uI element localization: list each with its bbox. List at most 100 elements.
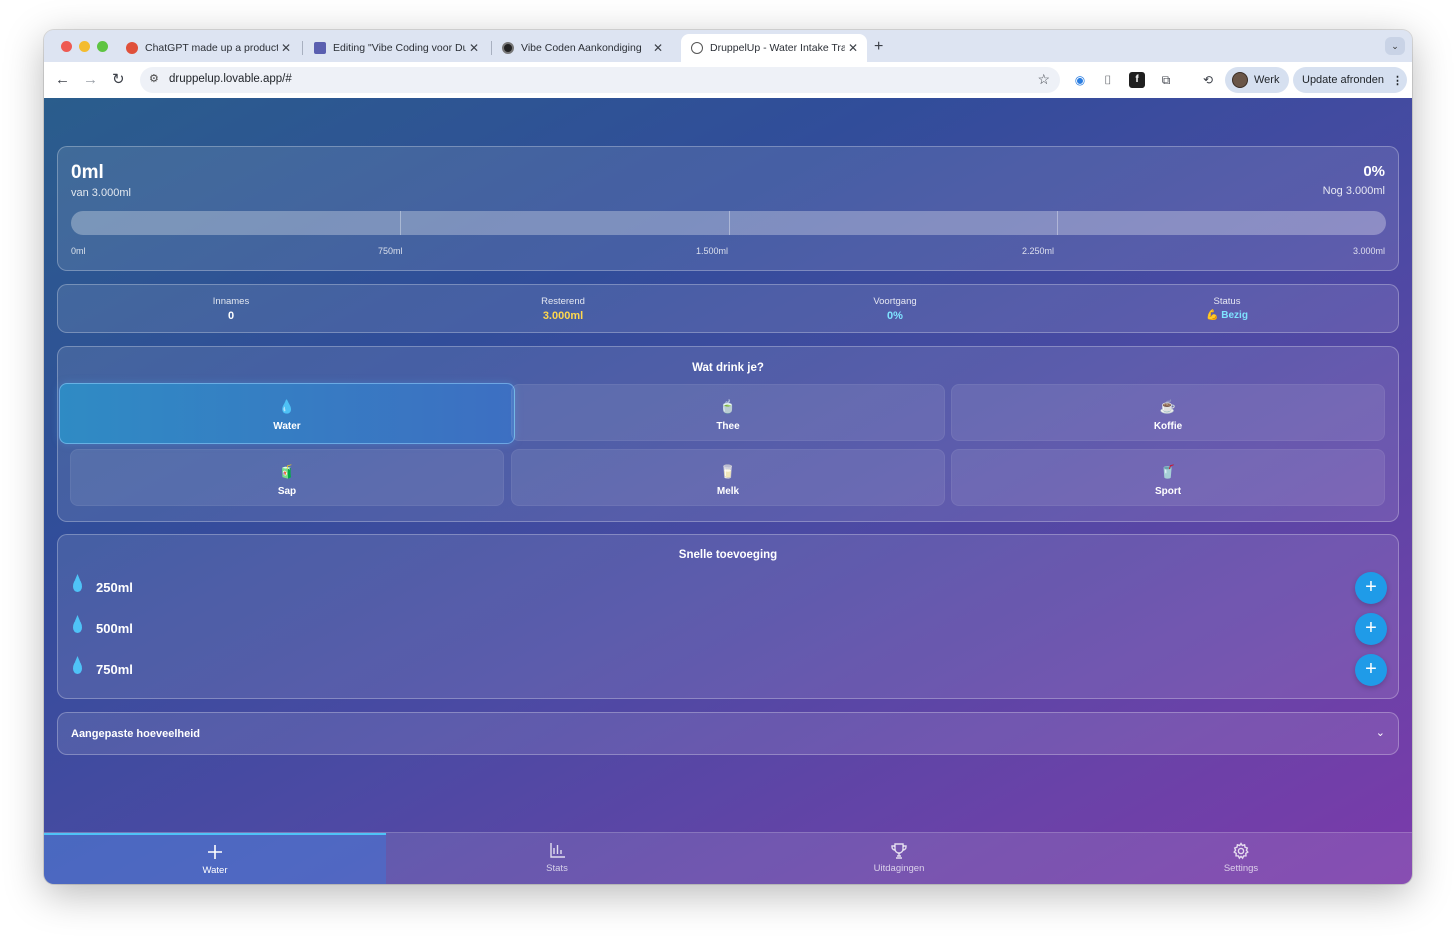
stat-label: Status bbox=[1213, 296, 1241, 307]
scale-label: 0ml bbox=[71, 246, 86, 256]
drink-water-button[interactable]: 💧 Water bbox=[59, 383, 515, 444]
add-750ml-button[interactable]: + bbox=[1355, 654, 1387, 686]
nav-stats[interactable]: Stats bbox=[386, 833, 728, 884]
stat-value: 3.000ml bbox=[542, 310, 584, 322]
forward-button[interactable]: → bbox=[83, 71, 98, 89]
water-drop-icon bbox=[73, 620, 82, 633]
quick-add-title: Snelle toevoeging bbox=[678, 549, 778, 561]
tab-close-icon[interactable]: ✕ bbox=[466, 41, 482, 55]
nav-label: Water bbox=[202, 865, 228, 876]
progress-tick bbox=[1057, 211, 1059, 235]
browser-tab-1[interactable]: ChatGPT made up a product ✕ bbox=[116, 34, 300, 62]
puzzle-icon[interactable]: ⧉ bbox=[1158, 72, 1174, 88]
drink-label: Sap bbox=[277, 486, 297, 497]
drink-tea-button[interactable]: 🍵 Thee bbox=[511, 384, 945, 441]
tab-close-icon[interactable]: ✕ bbox=[845, 41, 861, 55]
maximize-window-button[interactable] bbox=[97, 41, 108, 52]
bookmark-star-icon[interactable]: ☆ bbox=[1037, 71, 1050, 88]
remaining-label: Nog 3.000ml bbox=[1322, 185, 1385, 197]
custom-amount-toggle[interactable]: Aangepaste hoeveelheid ⌄ bbox=[57, 712, 1399, 755]
tab-close-icon[interactable]: ✕ bbox=[278, 41, 294, 55]
tab-close-icon[interactable]: ✕ bbox=[650, 41, 666, 55]
drink-label: Sport bbox=[1154, 486, 1182, 497]
nav-settings[interactable]: Settings bbox=[1070, 833, 1412, 884]
drink-label: Thee bbox=[716, 421, 740, 432]
sport-drink-icon: 🥤 bbox=[1159, 464, 1177, 479]
drink-card-title: Wat drink je? bbox=[692, 362, 764, 374]
nav-label: Uitdagingen bbox=[873, 863, 925, 874]
scale-label: 1.500ml bbox=[696, 246, 729, 256]
browser-toolbar: ← → ↻ ⚙ druppelup.lovable.app/# ☆ ◉ ⌷ f … bbox=[44, 62, 1412, 98]
current-amount: 0ml bbox=[71, 162, 104, 183]
nav-label: Stats bbox=[546, 863, 568, 874]
custom-amount-label: Aangepaste hoeveelheid bbox=[71, 728, 200, 740]
globe-icon bbox=[691, 42, 703, 54]
stats-card: Innames 0 Resterend 3.000ml Voortgang 0%… bbox=[57, 284, 1399, 333]
update-button[interactable]: Update afronden ⋮ bbox=[1293, 67, 1407, 93]
fi-extension-icon[interactable]: f bbox=[1129, 72, 1145, 88]
new-tab-button[interactable]: + bbox=[874, 38, 883, 56]
profile-name: Werk bbox=[1254, 74, 1280, 86]
browser-tab-2[interactable]: Editing "Vibe Coding voor Du ✕ bbox=[304, 34, 488, 62]
back-button[interactable]: ← bbox=[55, 71, 70, 89]
reload-button[interactable]: ↻ bbox=[112, 71, 125, 89]
profile-button[interactable]: Werk bbox=[1225, 67, 1289, 93]
scale-label: 3.000ml bbox=[1352, 246, 1385, 256]
site-settings-icon[interactable]: ⚙ bbox=[149, 72, 159, 85]
goal-label: van 3.000ml bbox=[71, 187, 131, 199]
tab-search-button[interactable]: ⌄ bbox=[1385, 37, 1405, 55]
update-label: Update afronden bbox=[1302, 74, 1384, 86]
stat-intakes: Innames 0 bbox=[131, 296, 331, 322]
tab-title: ChatGPT made up a product bbox=[145, 42, 278, 54]
gear-icon bbox=[1070, 842, 1412, 860]
progress-tick bbox=[728, 211, 730, 235]
browser-tab-active[interactable]: DruppelUp - Water Intake Tra ✕ bbox=[681, 34, 867, 62]
url-text[interactable]: druppelup.lovable.app/# bbox=[169, 73, 292, 85]
nav-challenges[interactable]: Uitdagingen bbox=[728, 833, 1070, 884]
drink-label: Melk bbox=[716, 486, 740, 497]
add-500ml-button[interactable]: + bbox=[1355, 613, 1387, 645]
extension-icon[interactable]: ◉ bbox=[1072, 72, 1088, 88]
nav-water[interactable]: Water bbox=[44, 833, 386, 884]
drink-milk-button[interactable]: 🥛 Melk bbox=[511, 449, 945, 506]
stat-remaining: Resterend 3.000ml bbox=[463, 296, 663, 322]
sync-icon[interactable]: ⟲ bbox=[1200, 72, 1216, 88]
quick-add-row: 750ml + bbox=[71, 654, 1387, 686]
drink-juice-button[interactable]: 🧃 Sap bbox=[70, 449, 504, 506]
quick-add-amount: 500ml bbox=[96, 621, 133, 636]
quick-add-amount: 250ml bbox=[96, 580, 133, 595]
camera-icon[interactable]: ⌷ bbox=[1100, 72, 1116, 88]
add-250ml-button[interactable]: + bbox=[1355, 572, 1387, 604]
avatar bbox=[1232, 72, 1248, 88]
stat-label: Voortgang bbox=[873, 296, 917, 307]
tab-title: Vibe Coden Aankondiging bbox=[521, 42, 642, 54]
tab-title: Editing "Vibe Coding voor Du bbox=[333, 42, 466, 54]
progress-card: 0ml van 3.000ml 0% Nog 3.000ml 0ml 750ml… bbox=[57, 146, 1399, 271]
chevron-down-icon[interactable]: ⌄ bbox=[1376, 726, 1385, 739]
druppelup-app: 0ml van 3.000ml 0% Nog 3.000ml 0ml 750ml… bbox=[44, 98, 1412, 884]
menu-icon[interactable]: ⋮ bbox=[1392, 74, 1403, 87]
stat-value: 0% bbox=[887, 310, 903, 322]
bottom-navigation: Water Stats Uitdagingen Settings bbox=[44, 832, 1412, 884]
nav-label: Settings bbox=[1223, 863, 1259, 874]
scale-label: 2.250ml bbox=[1022, 246, 1055, 256]
trophy-icon bbox=[728, 842, 1070, 860]
drink-label: Koffie bbox=[1153, 421, 1183, 432]
drink-coffee-button[interactable]: ☕ Koffie bbox=[951, 384, 1385, 441]
stat-label: Innames bbox=[212, 296, 250, 307]
address-bar[interactable]: ⚙ druppelup.lovable.app/# ☆ bbox=[140, 67, 1060, 93]
stat-value: 💪 Bezig bbox=[1206, 310, 1248, 321]
milk-icon: 🥛 bbox=[719, 464, 737, 479]
stat-status: Status 💪 Bezig bbox=[1127, 296, 1327, 321]
juice-icon: 🧃 bbox=[278, 464, 296, 479]
minimize-window-button[interactable] bbox=[79, 41, 90, 52]
browser-tab-3[interactable]: Vibe Coden Aankondiging ✕ bbox=[492, 34, 672, 62]
quick-add-row: 250ml + bbox=[71, 572, 1387, 604]
scale-label: 750ml bbox=[378, 246, 403, 256]
percent-label: 0% bbox=[1363, 163, 1385, 180]
close-window-button[interactable] bbox=[61, 41, 72, 52]
drink-sport-button[interactable]: 🥤 Sport bbox=[951, 449, 1385, 506]
stat-label: Resterend bbox=[541, 296, 585, 307]
drink-label: Water bbox=[273, 421, 301, 432]
plus-icon bbox=[44, 844, 386, 862]
